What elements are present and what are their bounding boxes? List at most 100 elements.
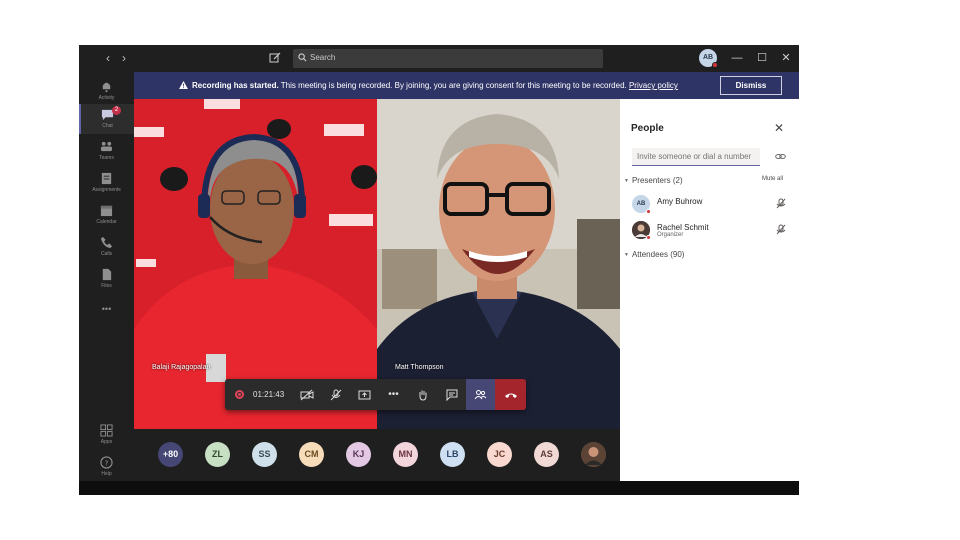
rail-label: Help — [101, 471, 112, 477]
participant-name-left: Balaji Rajagopalan — [152, 364, 211, 371]
rail-item-calls[interactable]: Calls — [79, 232, 134, 262]
search-input[interactable]: Search — [293, 49, 603, 68]
busy-status-dot — [646, 209, 651, 214]
mic-off-icon[interactable] — [776, 224, 786, 235]
assignments-icon — [101, 172, 112, 185]
dismiss-button[interactable]: Dismiss — [720, 76, 782, 95]
more-apps-button[interactable]: ••• — [79, 300, 134, 330]
attendees-section[interactable]: ▼ Attendees (90) — [624, 250, 684, 259]
participant-avatar[interactable]: AS — [534, 442, 559, 467]
more-actions-button[interactable]: ••• — [379, 379, 408, 410]
help-icon: ? — [100, 456, 113, 469]
raise-hand-icon — [419, 390, 426, 401]
participant-avatar[interactable]: KJ — [346, 442, 371, 467]
chat-button[interactable] — [437, 379, 466, 410]
privacy-policy-link[interactable]: Privacy policy — [629, 81, 678, 90]
participant-avatar[interactable]: SS — [252, 442, 277, 467]
participant-avatar[interactable]: JC — [487, 442, 512, 467]
rail-item-assignments[interactable]: Assignments — [79, 168, 134, 198]
chevron-right-icon[interactable]: › — [117, 51, 131, 65]
recording-text: This meeting is being recorded. By joini… — [278, 81, 629, 90]
hang-up-icon — [504, 393, 517, 398]
call-timer: 01:21:43 — [253, 390, 285, 399]
presenter-initials: AB — [636, 201, 646, 207]
chevron-down-icon: ▼ — [624, 178, 629, 184]
rail-label: Files — [101, 283, 112, 289]
video-stage: Balaji Rajagopalan Matt Thompson 01:21:4… — [134, 99, 620, 429]
chevron-left-icon[interactable]: ‹ — [101, 51, 115, 65]
camera-off-button[interactable] — [292, 379, 321, 410]
hang-up-button[interactable] — [495, 379, 526, 410]
share-invite-icon[interactable] — [775, 152, 786, 161]
presenters-section[interactable]: ▼ Presenters (2) — [624, 176, 683, 185]
rail-item-files[interactable]: Files — [79, 264, 134, 294]
presenter-row[interactable]: AB Amy Buhrow — [632, 195, 792, 215]
participant-photo-avatar[interactable] — [581, 442, 606, 467]
rail-label: Chat — [102, 123, 113, 129]
rail-item-apps[interactable]: Apps — [79, 420, 134, 450]
recording-icon — [235, 390, 244, 399]
window-bottom-edge — [79, 481, 799, 495]
compose-icon[interactable] — [269, 51, 283, 65]
chevron-down-icon: ▼ — [624, 252, 629, 258]
mic-muted-button[interactable] — [321, 379, 350, 410]
busy-status-dot — [646, 235, 651, 240]
presenters-label: Presenters (2) — [631, 176, 683, 185]
presenter-avatar: AB — [632, 195, 651, 214]
camera-off-icon — [300, 389, 313, 400]
rail-label: Apps — [100, 439, 113, 445]
svg-text:?: ? — [105, 458, 109, 467]
share-screen-button[interactable] — [350, 379, 379, 410]
rail-label: Activity — [98, 95, 115, 101]
raise-hand-button[interactable] — [408, 379, 437, 410]
close-window-icon[interactable]: ✕ — [779, 51, 793, 65]
presenter-photo-avatar — [632, 221, 651, 240]
mic-off-icon — [330, 389, 341, 400]
recording-message: Recording has started. This meeting is b… — [192, 81, 678, 90]
files-icon — [102, 268, 112, 281]
presenter-row[interactable]: Rachel Schmit Organizer — [632, 221, 792, 241]
participant-avatar[interactable]: LB — [440, 442, 465, 467]
chat-bubble-icon — [446, 389, 457, 401]
teams-icon — [100, 141, 113, 152]
warning-icon — [179, 81, 188, 89]
participant-avatar[interactable]: +80 — [158, 442, 183, 467]
rail-label: Teams — [99, 155, 114, 161]
user-initials: AB — [702, 54, 714, 61]
close-icon[interactable]: ✕ — [774, 121, 784, 135]
rail-label: Assignments — [92, 187, 121, 193]
calendar-icon — [100, 205, 113, 217]
user-avatar[interactable]: AB — [699, 49, 718, 68]
participant-name-right: Matt Thompson — [395, 364, 444, 371]
people-panel: People ✕ ▼Presenters (2) Mute all AB Amy… — [620, 99, 799, 481]
presenter-name: Rachel Schmit — [657, 223, 709, 232]
apps-icon — [100, 424, 113, 437]
rail-item-teams[interactable]: Teams — [79, 136, 134, 166]
participant-avatar[interactable]: MN — [393, 442, 418, 467]
search-placeholder: Search — [310, 53, 336, 62]
show-participants-button[interactable] — [466, 379, 495, 410]
panel-title: People — [631, 123, 664, 134]
rail-label: Calendar — [96, 219, 117, 225]
call-controls: 01:21:43 ••• — [225, 379, 526, 410]
presenter-name: Amy Buhrow — [657, 197, 703, 206]
minimize-icon[interactable]: — — [730, 51, 744, 65]
invite-input[interactable] — [632, 148, 760, 166]
rail-item-calendar[interactable]: Calendar — [79, 200, 134, 230]
app-rail: Activity 2 Chat Teams Assignments Calend… — [79, 72, 134, 495]
participant-avatar[interactable]: ZL — [205, 442, 230, 467]
title-bar: ‹ › Search AB — ☐ ✕ — [79, 45, 799, 72]
bell-icon — [102, 82, 111, 93]
mute-all-button[interactable]: Mute all — [762, 176, 783, 182]
rail-item-help[interactable]: ? Help — [79, 452, 134, 482]
rail-item-chat[interactable]: 2 Chat — [79, 104, 134, 134]
chat-badge: 2 — [112, 106, 121, 115]
participant-avatar[interactable]: CM — [299, 442, 324, 467]
share-screen-icon — [358, 390, 371, 399]
teams-window: ‹ › Search AB — ☐ ✕ Activity 2 Chat Team… — [79, 45, 799, 495]
busy-status-dot — [712, 62, 718, 68]
mic-off-icon[interactable] — [776, 198, 786, 209]
maximize-icon[interactable]: ☐ — [755, 51, 769, 65]
presenter-role: Organizer — [657, 232, 684, 238]
rail-item-activity[interactable]: Activity — [79, 76, 134, 106]
